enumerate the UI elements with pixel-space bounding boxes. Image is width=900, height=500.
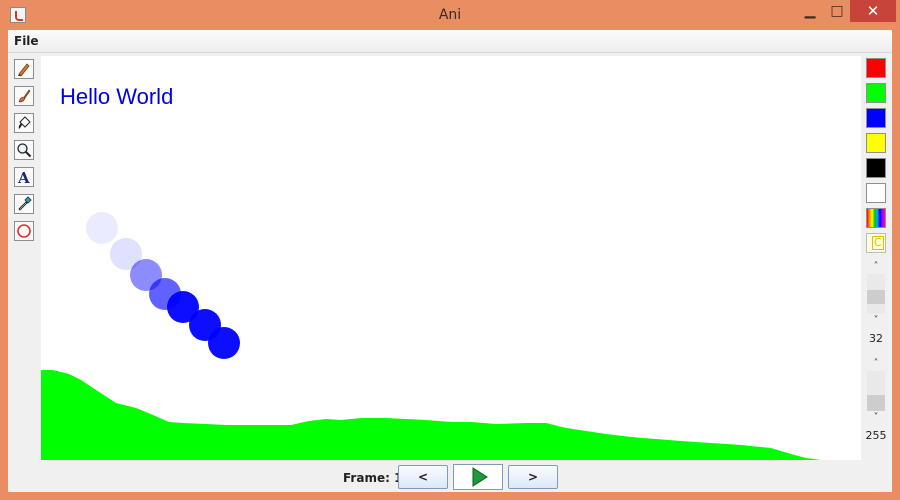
ball-frame-7 xyxy=(208,327,240,359)
minimize-button[interactable]: ▁ xyxy=(795,0,825,22)
fill-tool[interactable] xyxy=(14,113,34,133)
swatch-green[interactable] xyxy=(866,83,886,103)
menu-bar: File xyxy=(8,30,892,53)
magnifier-icon xyxy=(17,143,32,158)
color-palette: C xyxy=(866,58,888,258)
eyedropper-tool[interactable] xyxy=(14,194,34,214)
window-client: File A Hello World C ˄ ˅ 32 ˄ ˅ 255 Fram… xyxy=(8,30,892,492)
brush-icon xyxy=(18,89,31,103)
chevron-up-icon[interactable]: ˄ xyxy=(867,357,885,371)
chevron-up-icon[interactable]: ˄ xyxy=(867,260,885,274)
menu-file[interactable]: File xyxy=(14,34,39,48)
swatch-black[interactable] xyxy=(866,158,886,178)
swatch-blue[interactable] xyxy=(866,108,886,128)
eraser-icon xyxy=(17,224,31,238)
play-icon xyxy=(472,467,488,487)
play-button[interactable] xyxy=(453,464,503,490)
next-frame-button[interactable]: > xyxy=(508,465,558,489)
maximize-button[interactable]: □ xyxy=(824,0,850,22)
frame-label: Frame: 1 xyxy=(343,471,403,485)
size-scroll-thumb[interactable] xyxy=(867,290,885,304)
paint-bucket-icon xyxy=(18,116,31,129)
hello-world-text: Hello World xyxy=(60,84,174,109)
swatch-yellow[interactable] xyxy=(866,133,886,153)
size-scroll-track[interactable] xyxy=(867,274,885,314)
zoom-tool[interactable] xyxy=(14,140,34,160)
canvas-drawing xyxy=(41,212,861,460)
alpha-scrollbar[interactable]: ˄ ˅ xyxy=(867,357,885,425)
ball-trail xyxy=(86,212,240,359)
swatch-white[interactable] xyxy=(866,183,886,203)
prev-frame-button[interactable]: < xyxy=(398,465,448,489)
ball-frame-1 xyxy=(86,212,118,244)
rainbow-color-button[interactable] xyxy=(866,208,886,228)
eyedropper-icon xyxy=(18,196,32,211)
chevron-down-icon[interactable]: ˅ xyxy=(867,411,885,425)
pencil-tool[interactable] xyxy=(14,59,34,79)
chevron-down-icon[interactable]: ˅ xyxy=(867,314,885,328)
svg-text:A: A xyxy=(17,169,30,185)
drawing-canvas[interactable]: Hello World xyxy=(41,56,861,460)
size-scrollbar[interactable]: ˄ ˅ xyxy=(867,260,885,328)
swatch-red[interactable] xyxy=(866,58,886,78)
alpha-scroll-track[interactable] xyxy=(867,371,885,411)
text-icon: A xyxy=(17,169,30,185)
window-title: Ani xyxy=(438,7,462,23)
custom-color-button[interactable]: C xyxy=(866,233,886,253)
brush-tool[interactable] xyxy=(14,86,34,106)
text-tool[interactable]: A xyxy=(14,167,34,187)
size-value: 32 xyxy=(869,332,883,345)
pencil-icon xyxy=(18,63,30,77)
tool-bar: A xyxy=(14,59,36,248)
close-button[interactable]: ✕ xyxy=(850,0,896,22)
title-bar: Ani ▁ □ ✕ xyxy=(0,0,900,30)
green-ground-shape xyxy=(41,370,861,460)
custom-color-icon: C xyxy=(872,236,884,250)
eraser-tool[interactable] xyxy=(14,221,34,241)
alpha-value: 255 xyxy=(865,429,887,442)
alpha-scroll-thumb[interactable] xyxy=(867,395,885,411)
